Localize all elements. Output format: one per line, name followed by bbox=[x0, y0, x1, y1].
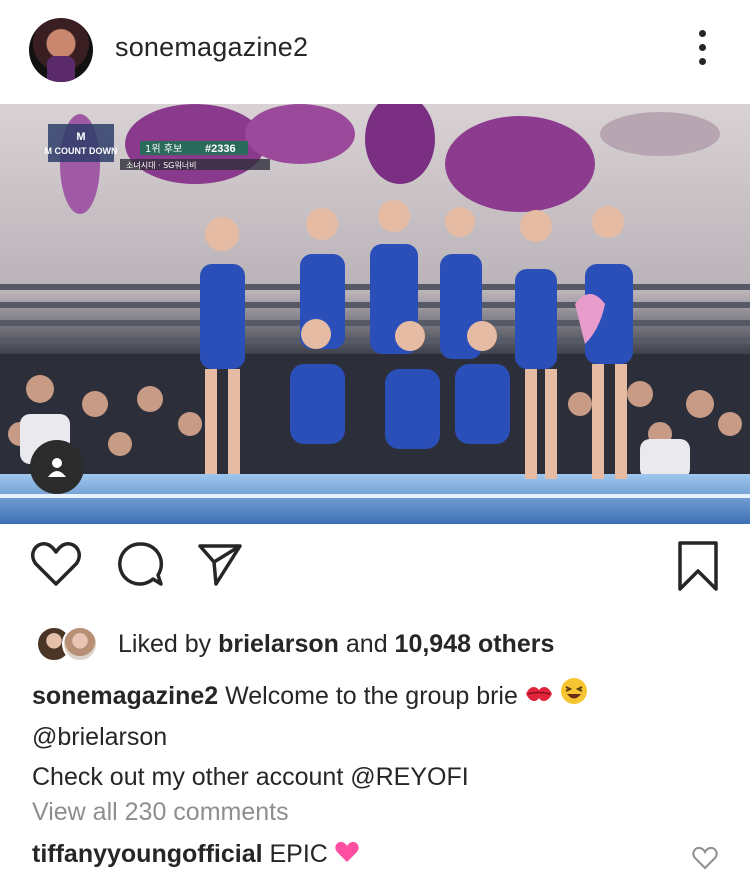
likes-text: Liked by brielarson and 10,948 others bbox=[118, 629, 555, 658]
caption-text: Welcome to the group brie bbox=[218, 682, 518, 710]
comment-like-heart-icon[interactable] bbox=[692, 846, 718, 875]
comment-icon[interactable] bbox=[116, 540, 164, 593]
view-all-comments-link[interactable]: View all 230 comments bbox=[32, 798, 289, 827]
comment-username[interactable]: tiffanyyoungofficial bbox=[32, 840, 263, 868]
svg-text:#2336: #2336 bbox=[205, 143, 236, 155]
likes-row[interactable]: Liked by brielarson and 10,948 others bbox=[36, 622, 554, 666]
likes-count[interactable]: 10,948 others bbox=[395, 630, 555, 658]
more-vertical-icon[interactable] bbox=[692, 30, 712, 74]
caption: sonemagazine2 Welcome to the group brie … bbox=[32, 676, 732, 797]
comment-text: EPIC bbox=[262, 840, 328, 869]
action-bar bbox=[0, 540, 750, 610]
caption-line3: Check out my other account @REYOFI bbox=[32, 763, 469, 792]
caption-mention[interactable]: @brielarson bbox=[32, 717, 732, 757]
broadcast-logo: M COUNT DOWN bbox=[45, 146, 118, 156]
laughing-emoji-icon bbox=[560, 677, 588, 717]
bookmark-icon[interactable] bbox=[676, 540, 720, 597]
post-username[interactable]: sonemagazine2 bbox=[115, 32, 308, 63]
post-header: sonemagazine2 bbox=[0, 0, 750, 104]
user-tag-icon[interactable] bbox=[30, 440, 84, 494]
profile-avatar[interactable] bbox=[29, 18, 93, 82]
comment-item: tiffanyyoungofficial EPIC bbox=[32, 840, 360, 871]
kiss-mark-emoji-icon bbox=[524, 677, 554, 717]
caption-username[interactable]: sonemagazine2 bbox=[32, 682, 218, 710]
heart-icon[interactable] bbox=[30, 540, 82, 593]
post-photo[interactable]: M M COUNT DOWN 1위 후보 #2336 소녀시대 · SG워너비 bbox=[0, 104, 750, 524]
pink-heart-emoji-icon bbox=[334, 840, 360, 871]
liker-avatar bbox=[62, 626, 98, 662]
svg-text:1위 후보: 1위 후보 bbox=[145, 142, 182, 155]
liker-username[interactable]: brielarson bbox=[218, 630, 339, 658]
svg-text:M: M bbox=[76, 131, 85, 143]
send-icon[interactable] bbox=[196, 540, 244, 593]
svg-text:소녀시대 · SG워너비: 소녀시대 · SG워너비 bbox=[126, 160, 196, 170]
